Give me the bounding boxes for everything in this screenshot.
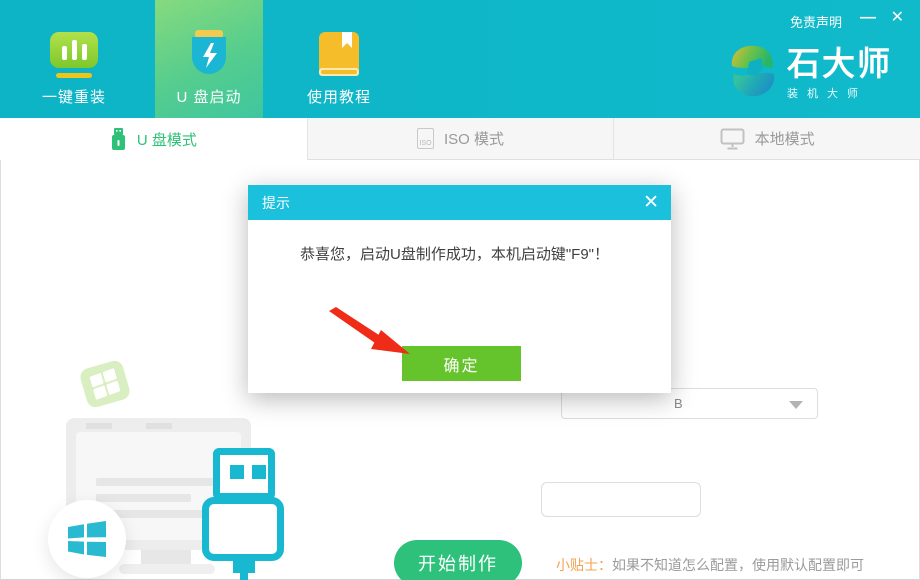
usb-cable-illustration bbox=[240, 572, 248, 580]
success-dialog: 提示 ✕ 恭喜您，启动U盘制作成功，本机启动键"F9"！ 确定 bbox=[248, 185, 671, 393]
dialog-titlebar: 提示 ✕ bbox=[248, 185, 671, 220]
ok-button[interactable]: 确定 bbox=[402, 346, 521, 381]
usb-drive-icon bbox=[110, 128, 127, 151]
chevron-down-icon bbox=[789, 401, 803, 409]
usb-plug-pin bbox=[252, 465, 266, 479]
usb-device-select-value: B bbox=[674, 396, 683, 411]
tab-label: U 盘模式 bbox=[137, 129, 197, 150]
close-button[interactable]: ✕ bbox=[891, 8, 904, 28]
nav-item-usb-boot[interactable]: U 盘启动 bbox=[155, 0, 263, 118]
monitor-stand bbox=[141, 550, 191, 564]
tab-iso-mode[interactable]: ISO ISO 模式 bbox=[307, 118, 614, 160]
book-icon bbox=[316, 30, 362, 82]
windows-logo-badge bbox=[48, 500, 126, 578]
nav-item-label: 使用教程 bbox=[307, 86, 371, 107]
brand-subtitle: 装机大师 bbox=[787, 85, 892, 101]
tip-label: 小贴士： bbox=[556, 557, 612, 573]
minimize-button[interactable]: — bbox=[860, 8, 876, 28]
config-field[interactable] bbox=[541, 482, 701, 517]
dialog-message: 恭喜您，启动U盘制作成功，本机启动键"F9"！ bbox=[300, 243, 640, 264]
brand-swirl-icon bbox=[727, 42, 779, 105]
usb-plug-neck bbox=[233, 559, 255, 573]
iso-file-icon: ISO bbox=[417, 128, 434, 149]
monitor-base bbox=[119, 564, 215, 574]
disclaimer-link[interactable]: 免责声明 bbox=[790, 12, 842, 31]
dialog-close-icon[interactable]: ✕ bbox=[643, 193, 659, 212]
start-make-button[interactable]: 开始制作 bbox=[394, 540, 522, 580]
nav-item-tutorial[interactable]: 使用教程 bbox=[283, 0, 395, 118]
app-window: 一键重装 U 盘启动 使用教 bbox=[0, 0, 920, 580]
tip-text: 小贴士：如果不知道怎么配置，使用默认配置即可 bbox=[556, 555, 864, 575]
tab-label: ISO 模式 bbox=[444, 128, 504, 149]
brand-name: 石大师 bbox=[787, 46, 892, 82]
mode-tabbar: U 盘模式 ISO ISO 模式 本地模式 bbox=[0, 118, 920, 160]
tab-label: 本地模式 bbox=[755, 128, 815, 149]
tab-local-mode[interactable]: 本地模式 bbox=[613, 118, 920, 160]
brand-logo: 石大师 装机大师 bbox=[727, 42, 892, 105]
windows-tile-icon bbox=[78, 359, 131, 410]
usb-plug-body-illustration bbox=[202, 497, 284, 561]
tab-usb-mode[interactable]: U 盘模式 bbox=[0, 118, 307, 160]
bar-chart-icon bbox=[48, 30, 100, 82]
monitor-icon bbox=[720, 128, 745, 150]
nav-item-label: 一键重装 bbox=[42, 86, 106, 107]
shield-bolt-icon bbox=[185, 30, 233, 82]
dialog-title: 提示 bbox=[262, 193, 643, 213]
nav-item-one-key-reinstall[interactable]: 一键重装 bbox=[15, 0, 133, 118]
header-bar: 一键重装 U 盘启动 使用教 bbox=[0, 0, 920, 118]
nav-item-label: U 盘启动 bbox=[176, 86, 241, 107]
usb-plug-pin bbox=[230, 465, 244, 479]
